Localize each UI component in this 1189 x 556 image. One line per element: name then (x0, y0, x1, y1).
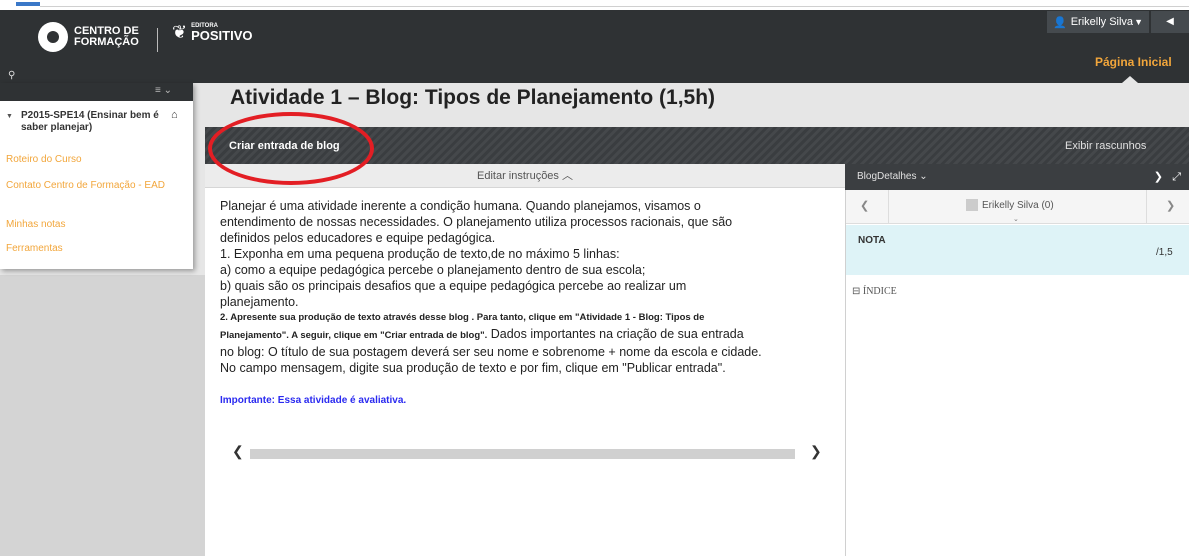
instructions-text: Planejar é uma atividade inerente a cond… (220, 198, 838, 409)
centro-formacao-logo[interactable]: CENTRO DE FORMAÇÃO (38, 22, 139, 52)
logo-text: CENTRO DE FORMAÇÃO (74, 26, 139, 48)
logo-circle-icon (38, 22, 68, 52)
edit-instructions-label: Editar instruções (477, 170, 559, 182)
horizontal-scrollbar[interactable]: ❮ ❯ (228, 443, 830, 461)
chevron-down-icon: ▼ (1134, 17, 1143, 27)
user-entry[interactable]: Erikelly Silva (0) (966, 199, 1054, 211)
instruction-line: definidos pelos educadores e equipe peda… (220, 231, 496, 245)
menu-link-roteiro[interactable]: Roteiro do Curso (6, 154, 176, 166)
blog-details-header[interactable]: BlogDetalhes ⌄ ❯ ⤢ (845, 164, 1189, 190)
chevron-right-icon[interactable]: ❯ (1154, 171, 1163, 183)
step2-bold-part: Planejamento". A seguir, clique em "Cria… (220, 330, 488, 341)
expand-icon[interactable]: ⤢ (1172, 171, 1181, 183)
panel-controls: ❯ ⤢ (1154, 164, 1181, 190)
grade-box: NOTA /1,5 (846, 225, 1189, 275)
step2-line-2: Planejamento". A seguir, clique em "Cria… (220, 326, 838, 344)
divider (1146, 190, 1147, 224)
user-entry-label: Erikelly Silva (0) (982, 199, 1054, 211)
browser-top-strip (0, 0, 1189, 10)
step2-normal-part: Dados importantes na criação de sua entr… (487, 327, 744, 341)
grade-label: NOTA (858, 235, 886, 246)
next-user-icon[interactable]: ❯ (1166, 199, 1175, 212)
user-name: Erikelly Silva (1070, 16, 1134, 28)
important-note: Importante: Essa atividade é avaliativa. (220, 395, 407, 406)
instruction-line: Planejar é uma atividade inerente a cond… (220, 199, 701, 213)
logo-separator (157, 28, 158, 52)
book-icon: ❦ (172, 22, 188, 42)
left-gutter (0, 275, 205, 556)
instruction-line: 1. Exponha em uma pequena produção de te… (220, 247, 620, 261)
active-tab-pointer (1122, 76, 1138, 83)
instruction-line: a) como a equipe pedagógica percebe o pl… (220, 263, 646, 277)
chevron-down-icon[interactable]: ⌄ (1013, 215, 1019, 223)
site-header (0, 10, 1189, 83)
chevron-down-icon: ⌄ (919, 171, 928, 182)
step2-line-3: no blog: O título de sua postagem deverá… (220, 345, 762, 359)
course-menu: ≡ ⌄ ▼ P2015-SPE14 (Ensinar bem é saber p… (0, 83, 193, 269)
course-name: P2015-SPE14 (Ensinar bem é saber planeja… (21, 110, 159, 133)
instruction-line: b) quais são os principais desafios que … (220, 279, 687, 293)
logo2-big-text: POSITIVO (191, 28, 253, 43)
chevron-up-icon: ︿ (562, 170, 573, 182)
index-toggle[interactable]: ⊟ ÍNDICE (852, 286, 897, 297)
user-icon: 👤 (1053, 16, 1067, 29)
course-menu-header: ≡ ⌄ (0, 83, 193, 101)
step2-line-4: No campo mensagem, digite sua produção d… (220, 361, 726, 375)
user-menu-button[interactable]: 👤 Erikelly Silva ▼ (1047, 11, 1149, 33)
page-title: Atividade 1 – Blog: Tipos de Planejament… (230, 86, 716, 109)
home-page-link[interactable]: Página Inicial (1095, 55, 1172, 69)
menu-toggle-icon[interactable]: ≡ ⌄ (155, 85, 172, 96)
scroll-left-icon[interactable]: ❮ (232, 443, 244, 460)
home-icon[interactable]: ⌂ (171, 109, 178, 121)
more-menu-button[interactable]: ◀ (1151, 11, 1189, 33)
menu-link-notas[interactable]: Minhas notas (6, 219, 176, 231)
prev-user-icon[interactable]: ❮ (860, 199, 869, 212)
grade-value: /1,5 (1156, 247, 1173, 258)
menu-link-ferramentas[interactable]: Ferramentas (6, 243, 176, 255)
annotation-circle (208, 112, 374, 185)
logo-line-2: FORMAÇÃO (74, 36, 139, 48)
pin-icon[interactable]: ⚲ (8, 70, 15, 81)
triangle-down-icon: ▼ (6, 113, 13, 120)
editora-positivo-logo[interactable]: ❦ EDITORA POSITIVO (172, 22, 253, 43)
menu-link-contato[interactable]: Contato Centro de Formação - EAD (6, 180, 176, 192)
scroll-right-icon[interactable]: ❯ (810, 443, 822, 460)
scroll-track[interactable] (250, 449, 795, 459)
view-drafts-button[interactable]: Exibir rascunhos (1065, 140, 1146, 152)
tab-indicator (16, 2, 40, 6)
divider (888, 190, 889, 224)
avatar (966, 199, 978, 211)
instruction-line: planejamento. (220, 295, 299, 309)
top-divider (40, 6, 1189, 7)
blog-details-label: BlogDetalhes (857, 171, 917, 182)
user-entry-selector: ❮ Erikelly Silva (0) ⌄ ❯ (846, 190, 1189, 224)
step2-line-1: 2. Apresente sua produção de texto atrav… (220, 312, 705, 323)
instruction-line: entendimento de nossas necessidades. O p… (220, 215, 733, 229)
